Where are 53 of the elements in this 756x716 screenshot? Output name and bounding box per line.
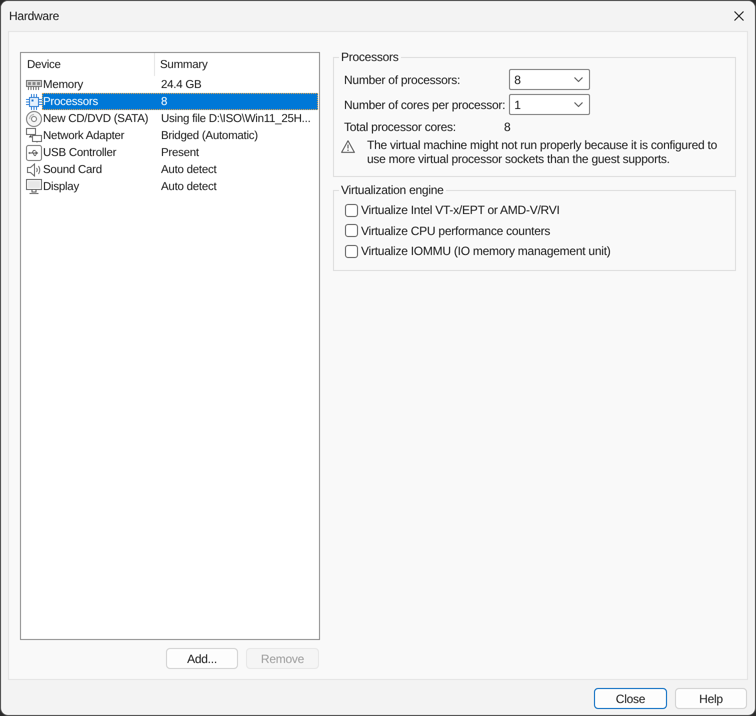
close-button[interactable]: Close — [594, 688, 667, 709]
device-summary: Auto detect — [161, 180, 216, 192]
checkbox-label[interactable]: Virtualize Intel VT-x/EPT or AMD-V/RVI — [361, 203, 560, 218]
window-title: Hardware — [9, 9, 60, 23]
device-name: Network Adapter — [43, 130, 124, 142]
device-summary: Bridged (Automatic) — [161, 130, 258, 142]
device-row[interactable]: Display Auto detect — [42, 178, 318, 195]
device-row[interactable]: New CD/DVD (SATA) Using file D:\ISO\Win11_25H... — [42, 110, 318, 127]
device-row[interactable]: Network Adapter Bridged (Automatic) — [42, 127, 318, 144]
chevron-down-icon — [574, 77, 584, 82]
field-label: Number of cores per processor: — [344, 98, 506, 112]
column-header[interactable]: Device — [21, 53, 155, 76]
device-summary: Using file D:\ISO\Win11_25H... — [161, 112, 311, 124]
device-row[interactable]: Memory 24.4 GB — [42, 76, 318, 93]
add-button[interactable]: Add... — [166, 648, 238, 669]
device-name: Processors — [43, 96, 98, 108]
warning-icon — [341, 140, 355, 153]
device-name: Display — [43, 180, 79, 192]
device-name: New CD/DVD (SATA) — [43, 112, 148, 124]
chip-icon — [26, 94, 42, 110]
memory-module-icon — [26, 80, 42, 90]
field-label: Number of processors: — [344, 72, 462, 86]
count-dropdown[interactable]: 1 — [509, 94, 590, 115]
checkbox[interactable] — [345, 244, 358, 258]
device-summary: 24.4 GB — [161, 78, 202, 90]
device-name: Memory — [43, 78, 84, 90]
column-header[interactable]: Summary — [155, 53, 319, 76]
device-summary: 8 — [161, 96, 168, 108]
speaker-icon — [27, 162, 41, 176]
count-dropdown[interactable]: 8 — [509, 69, 590, 90]
field-label: Total processor cores: — [344, 120, 457, 134]
close-icon — [734, 11, 744, 21]
checkbox-label[interactable]: Virtualize CPU performance counters — [361, 224, 550, 238]
usb-icon — [26, 144, 42, 160]
monitor-icon — [26, 179, 42, 194]
device-summary: Auto detect — [161, 164, 216, 176]
warning-message: The virtual machine might not run properly because it is configured to use more virtual processor sockets than the guest supports. — [367, 139, 718, 166]
checkbox[interactable] — [345, 224, 358, 238]
checkbox-label[interactable]: Virtualize IOMMU (IO memory management unit) — [361, 244, 611, 258]
device-name: USB Controller — [43, 146, 116, 158]
device-row[interactable]: Sound Card Auto detect — [42, 161, 318, 178]
device-row[interactable]: Processors 8 — [42, 93, 318, 110]
disc-icon — [26, 110, 42, 126]
monitors-icon — [26, 128, 42, 143]
chevron-down-icon — [574, 102, 584, 107]
device-name: Sound Card — [43, 164, 102, 176]
help-button[interactable]: Help — [675, 688, 747, 709]
group-title: Virtualization engine — [341, 183, 444, 197]
group-title: Processors — [341, 50, 399, 64]
device-summary: Present — [161, 146, 199, 158]
device-row[interactable]: USB Controller Present — [42, 144, 318, 161]
checkbox[interactable] — [345, 204, 358, 217]
total-cores-value: 8 — [504, 120, 510, 134]
